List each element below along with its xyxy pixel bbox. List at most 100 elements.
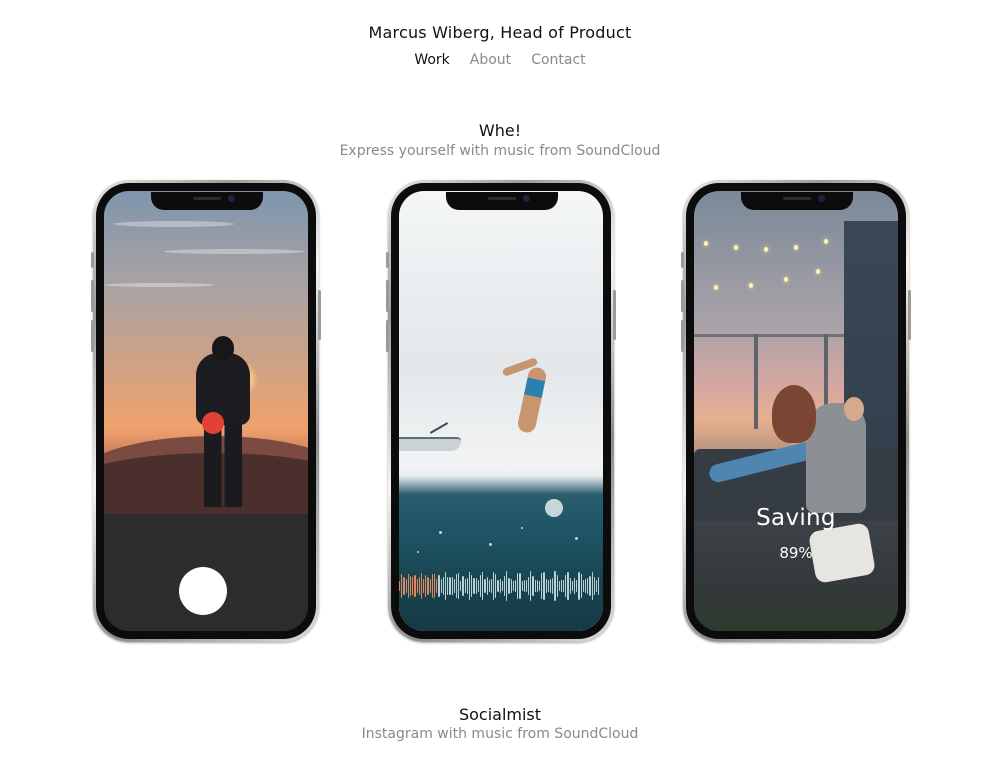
boat-rail xyxy=(429,422,449,434)
boat xyxy=(399,437,461,451)
waveform-bar xyxy=(506,571,508,601)
waveform-bar xyxy=(403,576,405,596)
project-subtitle: Express yourself with music from SoundCl… xyxy=(339,143,661,159)
portfolio-page: Marcus Wiberg, Head of Product Work Abou… xyxy=(0,0,1000,761)
video-screen xyxy=(399,191,603,631)
water-splash xyxy=(545,499,563,517)
saving-screen: Saving 89% xyxy=(694,191,898,631)
waveform-bar xyxy=(434,573,436,599)
string-light xyxy=(784,277,788,282)
waveform-bar xyxy=(512,580,514,592)
volume-down-button xyxy=(91,320,94,352)
cloud xyxy=(114,221,234,227)
mute-switch xyxy=(681,252,684,268)
volume-up-button xyxy=(386,280,389,312)
waveform-bar xyxy=(545,579,547,593)
water-sparkle xyxy=(575,537,578,540)
waveform-bar xyxy=(521,580,523,592)
waveform-bar xyxy=(578,571,580,601)
string-light xyxy=(764,247,768,252)
cloud xyxy=(164,249,304,254)
waveform-bar xyxy=(525,580,528,592)
project-title[interactable]: Socialmist xyxy=(0,705,1000,724)
side-button xyxy=(318,290,321,340)
waveform-bar xyxy=(471,575,473,597)
nav-item-contact[interactable]: Contact xyxy=(531,52,585,68)
waveform-bar xyxy=(528,576,530,596)
phone-mockup-camera xyxy=(91,180,321,642)
waveform-bar xyxy=(458,572,460,600)
water-sparkle xyxy=(417,551,419,553)
waveform-bar xyxy=(453,579,455,593)
waveform-bar xyxy=(475,577,477,595)
waveform-bar xyxy=(455,574,458,598)
string-light xyxy=(704,241,708,246)
waveform-bar xyxy=(584,578,587,594)
waveform-bar xyxy=(514,579,517,593)
waveform-bar xyxy=(543,571,545,601)
waveform-bar xyxy=(416,578,418,594)
waveform-bar xyxy=(469,571,471,601)
water-sparkle xyxy=(439,531,442,534)
waveform-bar xyxy=(558,580,560,592)
water-sparkle xyxy=(521,527,523,529)
string-light xyxy=(824,239,828,244)
audio-waveform[interactable] xyxy=(399,569,603,603)
waveform-bar xyxy=(449,576,451,596)
waveform-bar xyxy=(451,577,453,595)
project-title[interactable]: Whe! xyxy=(0,121,1000,140)
waveform-bar xyxy=(479,574,482,598)
waveform-bar xyxy=(447,577,449,595)
waveform-bar xyxy=(576,579,578,593)
recording-indicator xyxy=(202,412,224,434)
waveform-bar xyxy=(593,577,595,595)
waveform-bar xyxy=(488,580,490,592)
string-light xyxy=(714,285,718,290)
waveform-bar xyxy=(574,577,576,595)
phone-notch xyxy=(446,192,558,210)
diver xyxy=(516,365,548,435)
waveform-bar xyxy=(409,575,412,597)
string-light xyxy=(734,245,738,250)
waveform-bar xyxy=(431,574,433,598)
record-button[interactable] xyxy=(179,567,227,615)
water xyxy=(399,476,603,631)
waveform-bar xyxy=(425,575,427,597)
railing-post xyxy=(754,334,758,429)
waveform-bar xyxy=(493,572,495,600)
side-button xyxy=(613,290,616,340)
dog xyxy=(772,385,816,443)
saving-label: Saving xyxy=(756,505,836,531)
waveform-bar xyxy=(552,578,554,594)
waveform-bar xyxy=(534,579,536,593)
waveform-bar xyxy=(591,571,593,601)
nav-item-work[interactable]: Work xyxy=(414,52,449,68)
waveform-bar xyxy=(547,580,549,592)
waveform-bar xyxy=(418,576,420,596)
waveform-bar xyxy=(589,576,591,596)
string-light xyxy=(749,283,753,288)
waveform-bar xyxy=(423,579,425,593)
volume-up-button xyxy=(681,280,684,312)
cloud xyxy=(104,283,214,287)
waveform-bar xyxy=(571,580,573,592)
string-light xyxy=(816,269,820,274)
waveform-bar xyxy=(490,578,493,594)
waveform-bar xyxy=(556,574,558,598)
waveform-bar xyxy=(412,577,414,595)
waveform-bar xyxy=(598,576,600,596)
nav-item-about[interactable]: About xyxy=(470,52,511,68)
waveform-bar xyxy=(477,580,479,592)
waveform-bar xyxy=(429,578,431,594)
camera-screen xyxy=(104,191,308,631)
waveform-bar xyxy=(504,575,506,597)
project-subtitle: Instagram with music from SoundCloud xyxy=(361,726,639,742)
waveform-bar xyxy=(530,571,532,601)
side-button xyxy=(908,290,911,340)
waveform-bar xyxy=(587,578,589,594)
waveform-bar xyxy=(442,577,444,595)
waveform-bar xyxy=(444,572,447,600)
waveform-bar xyxy=(565,574,567,598)
waveform-bar xyxy=(549,579,552,593)
waveform-bar xyxy=(501,580,503,592)
